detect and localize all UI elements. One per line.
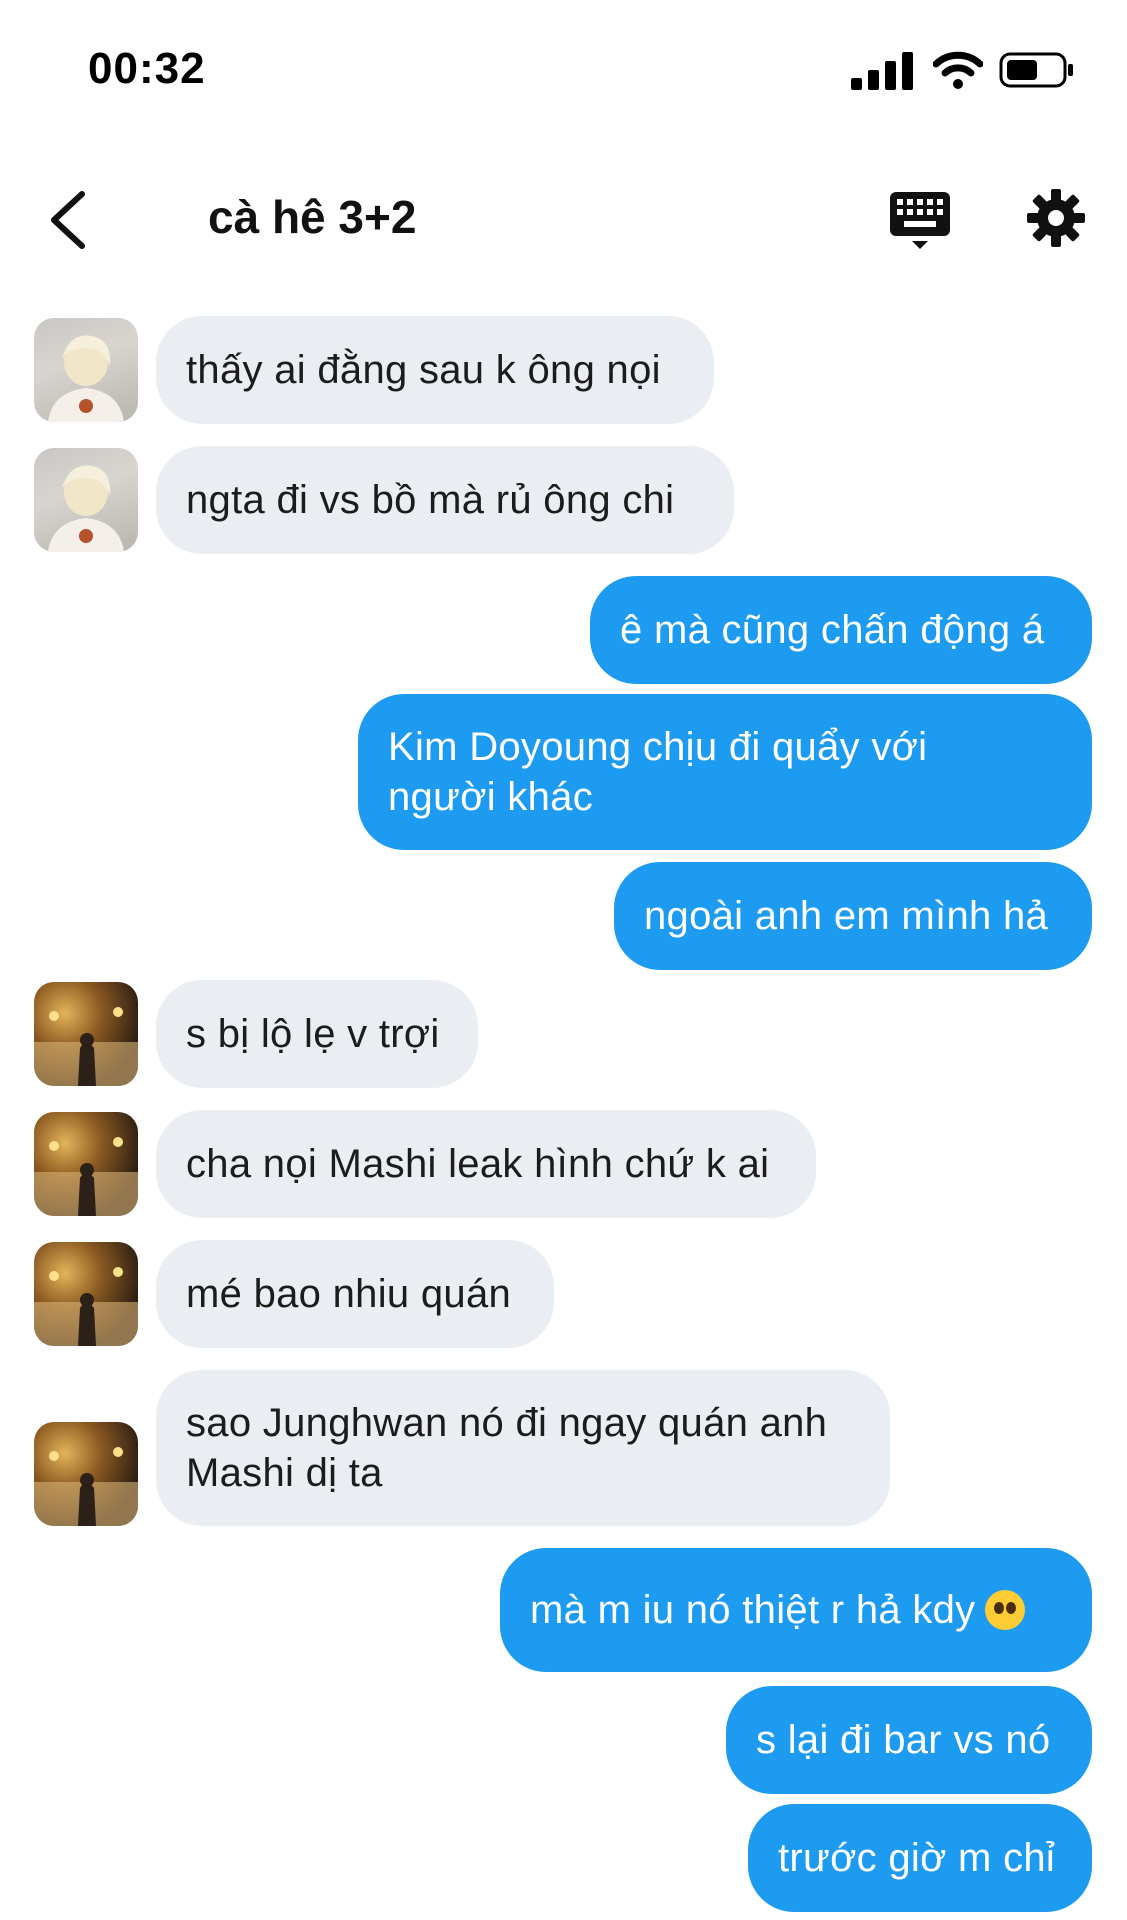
message-bubble[interactable]: trước giờ m chỉ	[748, 1804, 1092, 1912]
message-bubble[interactable]: mà m iu nó thiệt r hả kdy	[500, 1548, 1092, 1672]
message-bubble[interactable]: mé bao nhiu quán	[156, 1240, 554, 1348]
message-bubble[interactable]: cha nọi Mashi leak hình chứ k ai	[156, 1110, 816, 1218]
message-text: ngta đi vs bồ mà rủ ông chi	[186, 478, 675, 522]
message-text: mà m iu nó thiệt r hả kdy	[530, 1588, 976, 1632]
message-text: sao Junghwan nó đi ngay quán anh Mashi d…	[186, 1401, 828, 1495]
message-bubble[interactable]: sao Junghwan nó đi ngay quán anh Mashi d…	[156, 1370, 890, 1526]
user-photo-icon	[34, 1137, 138, 1216]
keyboard-button[interactable]	[888, 188, 952, 252]
message-bubble[interactable]: thấy ai đằng sau k ông nọi	[156, 316, 714, 424]
chat-title: cà hê 3+2	[208, 191, 417, 243]
message-bubble[interactable]: ê mà cũng chấn động á	[590, 576, 1092, 684]
settings-button[interactable]	[1026, 188, 1086, 248]
message-text: ngoài anh em mình hả	[644, 894, 1049, 938]
user-photo-icon	[34, 1447, 138, 1526]
keyboard-icon	[890, 192, 950, 249]
wifi-icon	[933, 51, 983, 89]
avatar[interactable]	[34, 1112, 138, 1216]
status-icons	[851, 50, 1075, 90]
status-time: 00:32	[88, 44, 206, 93]
user-photo-icon	[34, 1007, 138, 1086]
avatar[interactable]	[34, 1242, 138, 1346]
message-text: mé bao nhiu quán	[186, 1272, 512, 1316]
message-text: ê mà cũng chấn động á	[620, 608, 1045, 652]
message-text: cha nọi Mashi leak hình chứ k ai	[186, 1142, 770, 1186]
avatar[interactable]	[34, 982, 138, 1086]
pleading-face-icon	[985, 1590, 1026, 1630]
message-text: s lại đi bar vs nó	[756, 1718, 1051, 1762]
back-button[interactable]	[44, 188, 92, 252]
message-bubble[interactable]: s lại đi bar vs nó	[726, 1686, 1092, 1794]
avatar[interactable]	[34, 448, 138, 552]
gear-icon	[1027, 189, 1085, 247]
message-bubble[interactable]: ngta đi vs bồ mà rủ ông chi	[156, 446, 734, 554]
user-photo-icon	[34, 1267, 138, 1346]
avatar[interactable]	[34, 318, 138, 422]
signal-icon	[851, 52, 913, 90]
message-text: s bị lộ lẹ v trợi	[186, 1012, 440, 1056]
user-photo-icon	[48, 335, 124, 422]
message-bubble[interactable]: Kim Doyoung chịu đi quẩy với người khác	[358, 694, 1092, 850]
message-bubble[interactable]: s bị lộ lẹ v trợi	[156, 980, 478, 1088]
user-photo-icon	[48, 465, 124, 552]
avatar[interactable]	[34, 1422, 138, 1526]
battery-icon	[999, 52, 1073, 88]
message-text: Kim Doyoung chịu đi quẩy với người khác	[388, 725, 928, 819]
message-bubble[interactable]: ngoài anh em mình hả	[614, 862, 1092, 970]
chevron-left-icon	[51, 191, 85, 249]
message-text: thấy ai đằng sau k ông nọi	[186, 348, 661, 392]
message-text: trước giờ m chỉ	[778, 1836, 1056, 1880]
